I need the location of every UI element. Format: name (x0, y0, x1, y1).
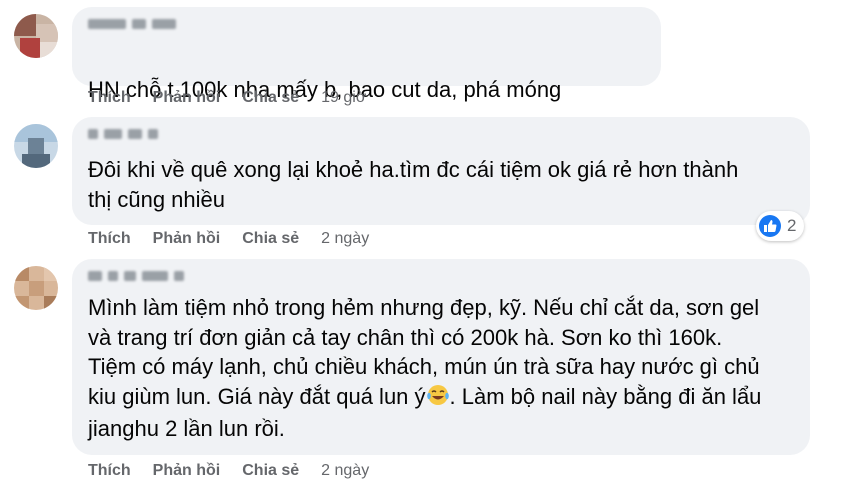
like-action[interactable]: Thích (88, 462, 131, 480)
laughing-tears-emoji (426, 383, 450, 415)
comment-bubble: Đôi khi về quê xong lại khoẻ ha.tìm đc c… (72, 117, 810, 225)
share-action[interactable]: Chia sẻ (242, 230, 299, 248)
author-name-blurred[interactable] (88, 127, 158, 141)
reply-action[interactable]: Phản hồi (153, 462, 221, 480)
timestamp[interactable]: 19 giờ (321, 89, 366, 107)
avatar[interactable] (14, 124, 58, 168)
avatar[interactable] (14, 266, 58, 310)
timestamp[interactable]: 2 ngày (321, 462, 369, 480)
comment-text: Đôi khi về quê xong lại khoẻ ha.tìm đc c… (88, 157, 739, 212)
reaction-summary[interactable]: 2 (756, 211, 805, 241)
share-action[interactable]: Chia sẻ (242, 462, 299, 480)
reply-action[interactable]: Phản hồi (153, 230, 221, 248)
author-name-blurred[interactable] (88, 17, 176, 31)
reply-action[interactable]: Phản hồi (153, 89, 221, 107)
avatar[interactable] (14, 14, 58, 58)
like-action[interactable]: Thích (88, 230, 131, 248)
comment-bubble: Mình làm tiệm nhỏ trong hẻm nhưng đẹp, k… (72, 259, 810, 455)
comment-actions: Thích Phản hồi Chia sẻ 2 ngày (88, 460, 369, 482)
comment-actions: Thích Phản hồi Chia sẻ 19 giờ (88, 87, 366, 109)
share-action[interactable]: Chia sẻ (242, 89, 299, 107)
comment-actions: Thích Phản hồi Chia sẻ 2 ngày (88, 228, 369, 250)
like-action[interactable]: Thích (88, 89, 131, 107)
comment-bubble: HN chỗ t 100k nha mấy b, bao cut da, phá… (72, 7, 661, 217)
like-icon (759, 215, 781, 237)
reaction-count: 2 (787, 216, 797, 235)
timestamp[interactable]: 2 ngày (321, 230, 369, 248)
author-name-blurred[interactable] (88, 269, 184, 283)
